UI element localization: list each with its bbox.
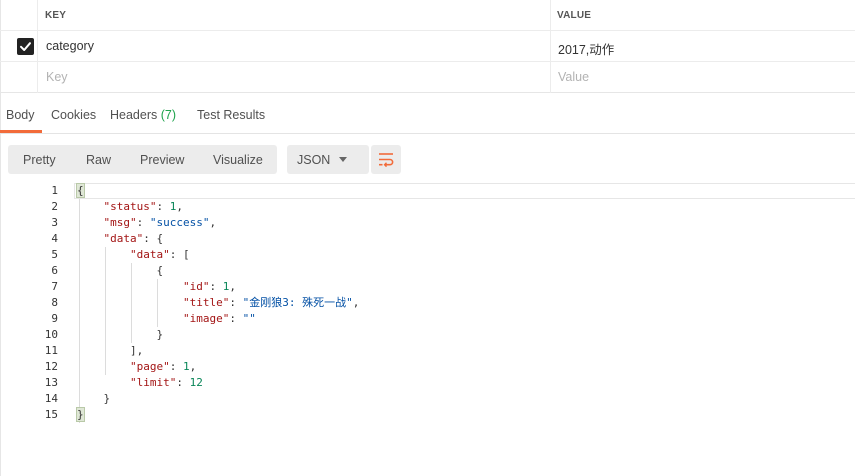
chevron-down-icon — [339, 157, 347, 162]
json-value: "success" — [149, 216, 210, 229]
code-line: "status": 1, — [103, 200, 183, 213]
column-header-key: KEY — [45, 10, 67, 21]
tab-cookies[interactable]: Cookies — [51, 108, 96, 122]
json-value: 1 — [182, 360, 190, 373]
response-body-editor[interactable]: 1 2 3 4 5 6 7 8 9 10 11 12 13 14 15 { "status": 1, "ms… — [0, 183, 855, 476]
line-number: 10 — [44, 328, 58, 341]
params-header-row: KEY VALUE — [0, 0, 855, 31]
code-line: { — [76, 183, 85, 199]
matched-bracket: } — [76, 407, 85, 422]
column-divider — [37, 0, 38, 93]
language-select-value: JSON — [297, 153, 331, 167]
param-value-cell[interactable]: 2017,动作 — [558, 39, 614, 58]
line-number: 12 — [44, 360, 58, 373]
json-key: "limit" — [129, 376, 177, 389]
headers-count-badge: (7) — [160, 108, 177, 122]
code-line: "data": [ — [129, 248, 190, 261]
tab-test-results[interactable]: Test Results — [197, 108, 265, 122]
code-line: } — [76, 407, 85, 423]
line-number: 4 — [51, 232, 58, 245]
response-tabs: Body Cookies Headers (7) Test Results — [0, 93, 855, 134]
code-line: } — [156, 328, 164, 341]
line-number: 9 — [51, 312, 58, 325]
line-number: 2 — [51, 200, 58, 213]
line-number: 15 — [44, 408, 58, 421]
code-line: "limit": 12 — [129, 376, 203, 389]
json-key: "status" — [103, 200, 157, 213]
code-line: "id": 1, — [182, 280, 236, 293]
code-line: ], — [129, 344, 144, 357]
column-header-value: VALUE — [557, 10, 592, 21]
json-key: "title" — [182, 296, 230, 309]
param-key-cell[interactable]: category — [46, 39, 94, 53]
code-line: { — [156, 264, 164, 277]
json-key: "page" — [129, 360, 170, 373]
json-key: "msg" — [103, 216, 137, 229]
code-line: "page": 1, — [129, 360, 197, 373]
column-divider — [550, 0, 551, 93]
param-key-placeholder[interactable]: Key — [46, 70, 68, 84]
json-key: "image" — [182, 312, 230, 325]
json-key: "data" — [103, 232, 144, 245]
line-number: 8 — [51, 296, 58, 309]
tab-body[interactable]: Body — [6, 108, 35, 122]
params-table: KEY VALUE category 2017,动作 Key Value — [0, 0, 855, 93]
json-key: "data" — [129, 248, 170, 261]
current-line-highlight — [74, 183, 855, 199]
format-preview-button[interactable]: Preview — [140, 153, 184, 167]
param-enabled-checkbox[interactable] — [17, 38, 34, 55]
format-visualize-button[interactable]: Visualize — [213, 153, 263, 167]
param-row-empty[interactable]: Key Value — [0, 62, 855, 93]
line-number: 14 — [44, 392, 58, 405]
line-number: 11 — [44, 344, 58, 357]
line-number: 1 — [51, 184, 58, 197]
active-tab-indicator — [0, 130, 42, 133]
checkmark-icon — [20, 42, 31, 51]
line-number: 6 — [51, 264, 58, 277]
json-key: "id" — [182, 280, 210, 293]
tab-headers[interactable]: Headers (7) — [110, 108, 176, 122]
line-number: 3 — [51, 216, 58, 229]
line-number: 5 — [51, 248, 58, 261]
format-switcher: Pretty Raw Preview Visualize — [8, 145, 277, 174]
line-number: 13 — [44, 376, 58, 389]
code-line: "image": "" — [182, 312, 256, 325]
json-value: "金刚狼3: 殊死一战" — [242, 296, 353, 309]
format-pretty-button[interactable]: Pretty — [23, 153, 56, 167]
code-line: "data": { — [103, 232, 164, 245]
json-value: 12 — [189, 376, 203, 389]
language-select[interactable]: JSON — [287, 145, 369, 174]
wrap-lines-button[interactable] — [371, 145, 401, 174]
wrap-lines-icon — [379, 153, 394, 168]
code-line: } — [103, 392, 111, 405]
tab-headers-label: Headers — [110, 108, 158, 122]
code-line: "title": "金刚狼3: 殊死一战", — [182, 296, 360, 309]
matched-bracket: { — [76, 183, 85, 198]
json-value: "" — [242, 312, 256, 325]
code-line: "msg": "success", — [103, 216, 217, 229]
line-number: 7 — [51, 280, 58, 293]
format-raw-button[interactable]: Raw — [86, 153, 111, 167]
param-row[interactable]: category 2017,动作 — [0, 31, 855, 62]
param-value-placeholder[interactable]: Value — [558, 70, 589, 84]
